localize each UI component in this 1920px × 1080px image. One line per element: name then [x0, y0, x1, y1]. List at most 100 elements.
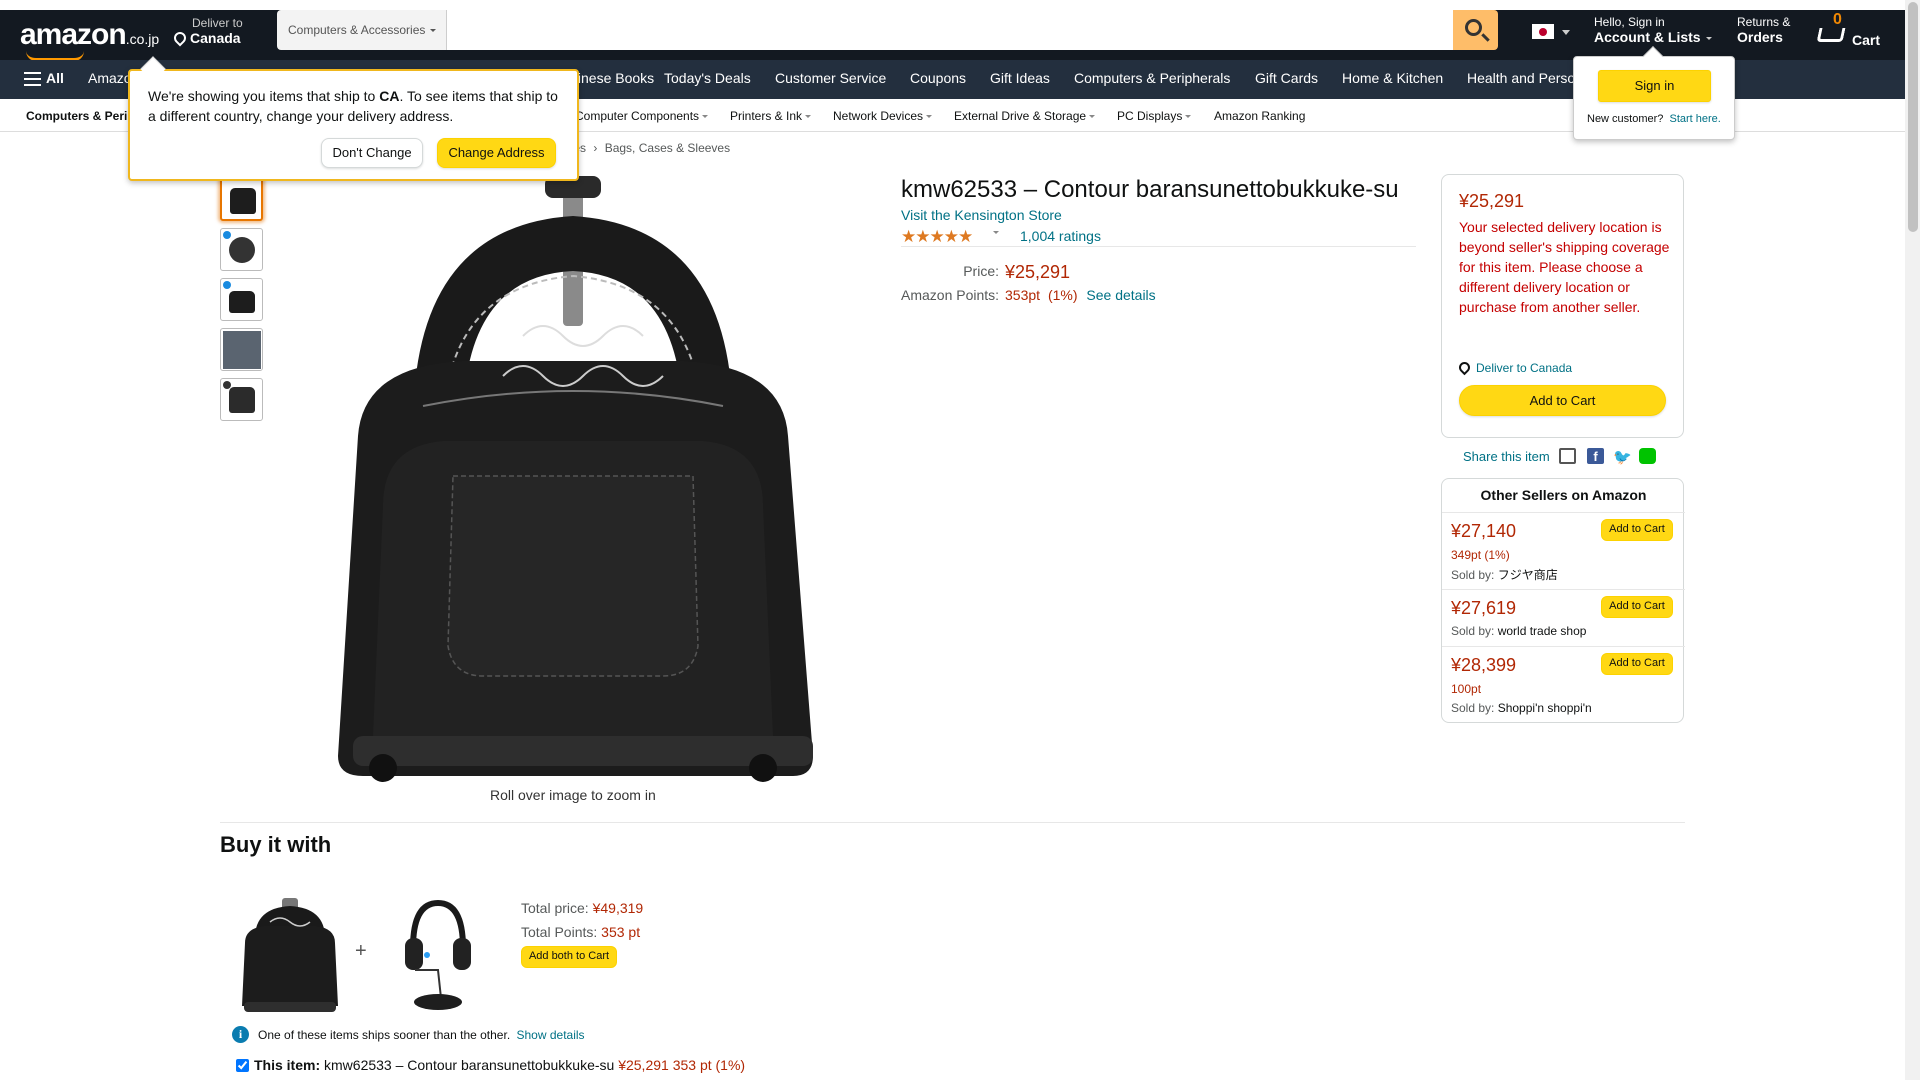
- subnav-computer-components[interactable]: Computer Components: [575, 109, 709, 123]
- search-department-select[interactable]: Computers & Accessories: [277, 10, 447, 50]
- top-nav-bar: amazon.co.jp Deliver to Canada Computers…: [0, 10, 1905, 61]
- seller-add-to-cart-button[interactable]: Add to Cart: [1601, 596, 1673, 618]
- nav-item-coupons[interactable]: Coupons: [910, 70, 966, 86]
- subnav-network-devices[interactable]: Network Devices: [833, 109, 933, 123]
- new-customer-text: New customer? Start here.: [1587, 113, 1721, 125]
- info-icon: i: [232, 1026, 249, 1043]
- vertical-scrollbar[interactable]: [1905, 0, 1920, 1080]
- chevron-down-icon: [430, 29, 437, 32]
- nav-item-computers[interactable]: Computers & Peripherals: [1074, 70, 1230, 86]
- sign-in-button[interactable]: Sign in: [1598, 70, 1711, 102]
- email-icon[interactable]: [1559, 448, 1576, 464]
- amazon-logo[interactable]: amazon.co.jp: [20, 18, 160, 61]
- chevron-down-icon: [1562, 30, 1570, 35]
- thumbnail-image[interactable]: [220, 378, 263, 421]
- seller-offer: ¥27,140 Add to Cart 349pt (1%) Sold by: …: [1442, 512, 1685, 589]
- search-icon: [1465, 19, 1482, 36]
- seller-points: 349pt (1%): [1451, 548, 1510, 562]
- buy-it-with-title: Buy it with: [220, 832, 332, 857]
- seller-price: ¥27,140: [1451, 521, 1517, 541]
- nav-item-gift-cards[interactable]: Gift Cards: [1255, 70, 1318, 86]
- seller-add-to-cart-button[interactable]: Add to Cart: [1601, 653, 1673, 675]
- plus-icon: +: [355, 940, 367, 962]
- start-here-link[interactable]: Start here.: [1669, 113, 1720, 125]
- store-link[interactable]: Visit the Kensington Store: [901, 207, 1062, 223]
- seller-price: ¥28,399: [1451, 655, 1517, 675]
- show-details-link[interactable]: Show details: [517, 1028, 585, 1042]
- subnav-printers-ink[interactable]: Printers & Ink: [730, 109, 812, 123]
- ships-note: One of these items ships sooner than the…: [258, 1028, 585, 1042]
- seller-name: Sold by: world trade shop: [1451, 624, 1587, 638]
- add-to-cart-button[interactable]: Add to Cart: [1459, 385, 1666, 416]
- bundle-item-image[interactable]: [240, 898, 340, 1014]
- subnav-pc-displays[interactable]: PC Displays: [1117, 109, 1192, 123]
- chevron-right-icon: ›: [593, 141, 598, 155]
- returns-and-orders[interactable]: Returns & Orders: [1737, 15, 1790, 45]
- shipping-warning: Your selected delivery location is beyon…: [1459, 219, 1670, 315]
- account-greeting: Hello, Sign in: [1594, 15, 1665, 29]
- breadcrumb-item[interactable]: Bags, Cases & Sleeves: [605, 141, 730, 155]
- ratings-count-link[interactable]: 1,004 ratings: [1020, 228, 1101, 244]
- add-both-to-cart-button[interactable]: Add both to Cart: [521, 946, 617, 968]
- deliver-to-country: Canada: [171, 29, 243, 47]
- dont-change-button[interactable]: Don't Change: [321, 138, 423, 168]
- facebook-icon[interactable]: f: [1587, 448, 1604, 464]
- logo-tld: .co.jp: [125, 31, 160, 47]
- nav-item-home-kitchen[interactable]: Home & Kitchen: [1342, 70, 1443, 86]
- cart-count: 0: [1833, 11, 1842, 28]
- other-sellers-title: Other Sellers on Amazon: [1480, 487, 1647, 503]
- divider: [901, 246, 1416, 247]
- thumbnail-image[interactable]: [220, 328, 263, 371]
- change-address-button[interactable]: Change Address: [437, 138, 556, 168]
- search-input[interactable]: [447, 10, 1454, 50]
- thumbnail-image[interactable]: [220, 228, 263, 271]
- scrollbar-thumb[interactable]: [1908, 2, 1918, 232]
- cart-icon: [1816, 28, 1846, 42]
- this-item-checkbox[interactable]: [236, 1059, 249, 1072]
- account-and-lists[interactable]: Hello, Sign in Account & Lists: [1594, 15, 1712, 45]
- subnav-amazon-ranking[interactable]: Amazon Ranking: [1214, 109, 1305, 123]
- cart-label: Cart: [1852, 32, 1881, 48]
- seller-add-to-cart-button[interactable]: Add to Cart: [1601, 519, 1673, 541]
- sign-in-popover: Sign in New customer? Start here.: [1573, 46, 1735, 140]
- deliver-to[interactable]: Deliver to Canada: [171, 16, 243, 47]
- thumbnail-image[interactable]: [220, 278, 263, 321]
- deliver-to-link[interactable]: Deliver to Canada: [1456, 359, 1572, 376]
- chevron-down-icon[interactable]: [993, 231, 999, 234]
- delivery-popover-message: We're showing you items that ship to CA.…: [148, 88, 558, 124]
- cart-button[interactable]: 0 Cart: [1814, 11, 1894, 52]
- account-label: Account & Lists: [1594, 30, 1712, 45]
- nav-item-gift-ideas[interactable]: Gift Ideas: [990, 70, 1050, 86]
- seller-price: ¥27,619: [1451, 598, 1517, 618]
- japan-flag-icon[interactable]: [1532, 24, 1554, 39]
- seller-offer: ¥28,399 Add to Cart 100pt Sold by: Shopp…: [1442, 646, 1685, 722]
- price-label: Price:: [963, 263, 999, 279]
- location-pin-icon: [1456, 359, 1473, 376]
- other-sellers-box: Other Sellers on Amazon ¥27,140 Add to C…: [1441, 478, 1685, 723]
- product-title: kmw62533 – Contour baransunettobukkuke-s…: [901, 176, 1399, 203]
- seller-points: 100pt: [1451, 682, 1482, 696]
- hamburger-menu-icon[interactable]: [24, 72, 41, 86]
- line-icon[interactable]: [1639, 448, 1656, 464]
- seller-offer: ¥27,619 Add to Cart Sold by: world trade…: [1442, 589, 1685, 646]
- thumbnail-image[interactable]: [220, 178, 263, 221]
- rating-stars-icon[interactable]: ★★★★★: [901, 227, 973, 247]
- subnav-external-drive[interactable]: External Drive & Storage: [954, 109, 1096, 123]
- nav-item-customer-service[interactable]: Customer Service: [775, 70, 886, 86]
- this-item-row: This item: kmw62533 – Contour baransunet…: [254, 1057, 746, 1073]
- orders-label: Orders: [1737, 29, 1783, 45]
- returns-label: Returns &: [1737, 15, 1791, 29]
- delivery-location-popover: We're showing you items that ship to CA.…: [128, 56, 579, 181]
- buy-box: ¥25,291 Your selected delivery location …: [1441, 174, 1684, 438]
- divider: [220, 822, 1685, 823]
- bundle-item-image[interactable]: [403, 898, 473, 1014]
- twitter-icon[interactable]: 🐦: [1613, 448, 1632, 466]
- points-value: 353pt (1%) See details: [1005, 287, 1156, 303]
- see-details-link[interactable]: See details: [1086, 287, 1155, 303]
- nav-all[interactable]: All: [46, 70, 64, 86]
- seller-name: Sold by: Shoppi'n shoppi'n: [1451, 701, 1592, 715]
- search-button[interactable]: [1453, 10, 1498, 50]
- total-price: Total price: ¥49,319: [521, 900, 644, 916]
- nav-item-todays-deals[interactable]: Today's Deals: [664, 70, 751, 86]
- product-main-image[interactable]: [323, 176, 823, 786]
